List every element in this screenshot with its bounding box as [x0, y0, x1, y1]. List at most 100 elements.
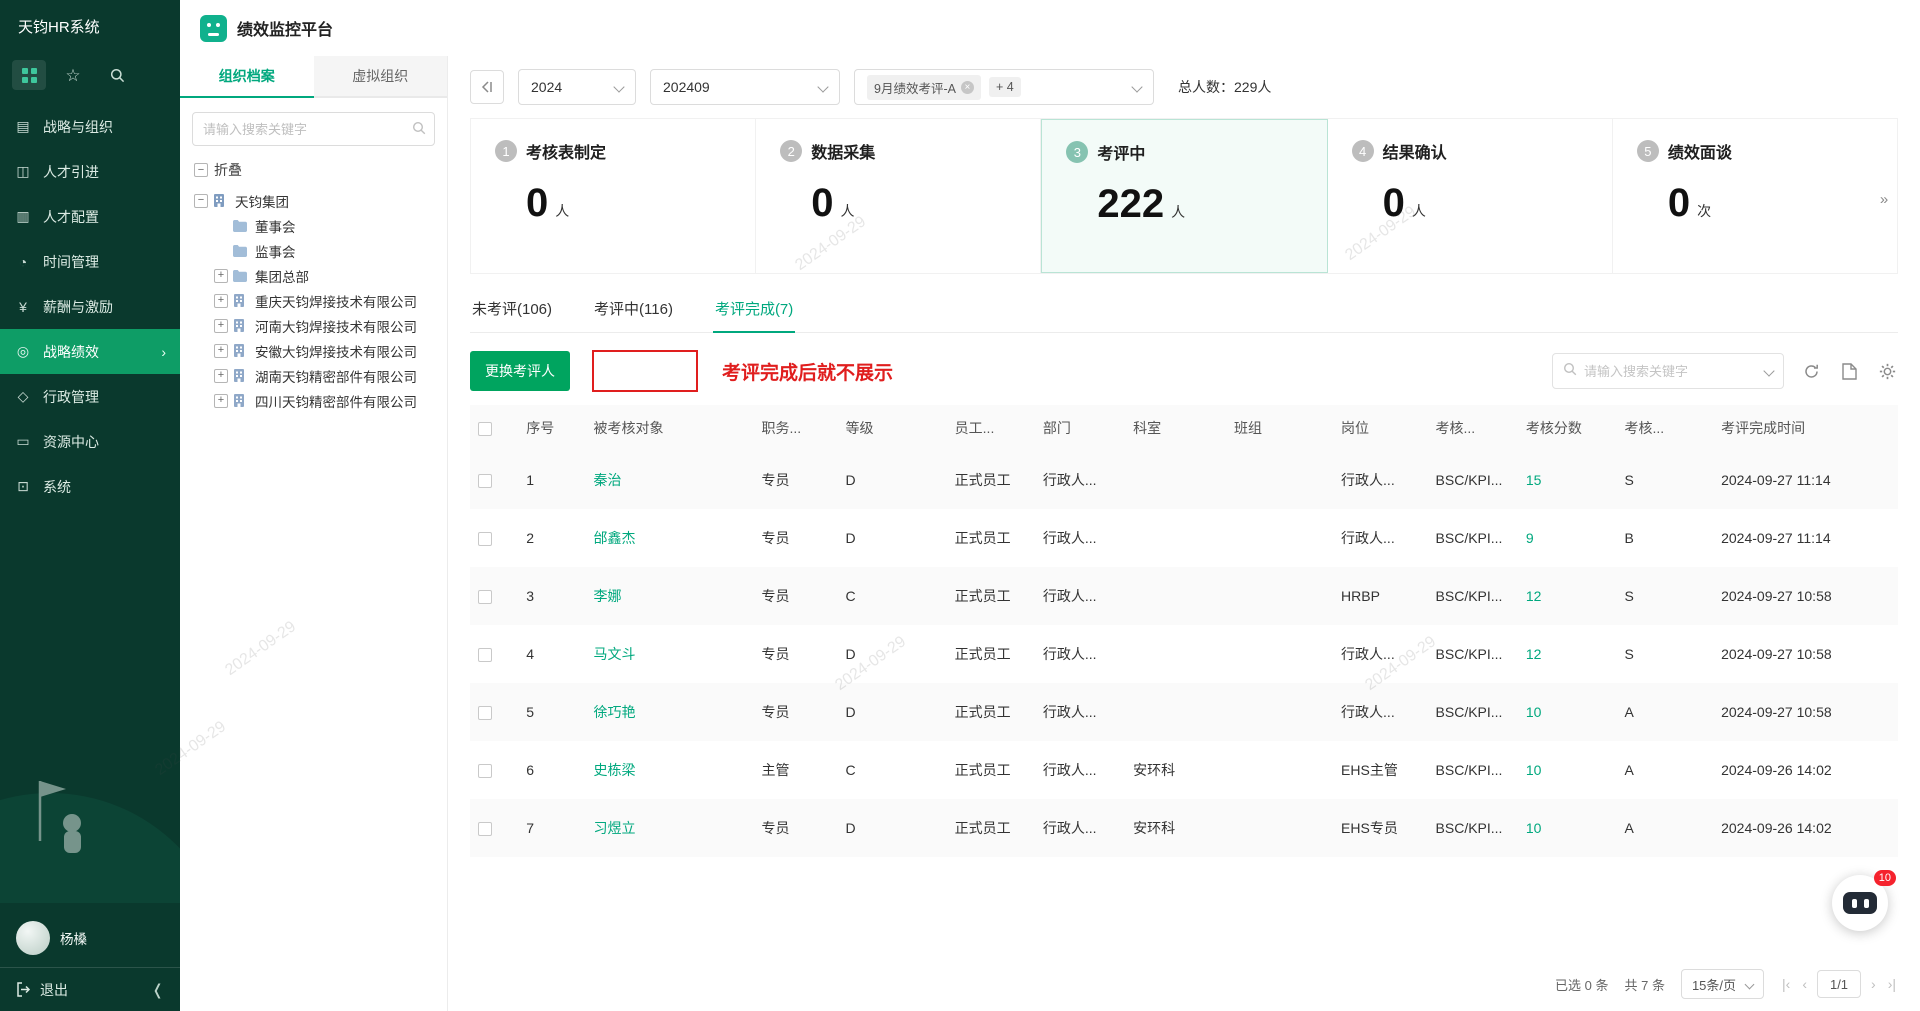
- user-row[interactable]: 杨槡: [0, 911, 180, 967]
- employee-name-link[interactable]: 邰鑫杰: [585, 509, 753, 567]
- year-select[interactable]: 2024: [518, 69, 636, 105]
- settings-gear-icon[interactable]: [1876, 360, 1898, 382]
- table-row[interactable]: 4 马文斗 专员 D 正式员工 行政人... 行政人... BSC/KP: [470, 625, 1898, 683]
- score-link[interactable]: 12: [1518, 625, 1617, 683]
- tree-item[interactable]: + 集团总部: [194, 263, 441, 288]
- table-search-input[interactable]: [1584, 364, 1744, 379]
- tree-expander[interactable]: [214, 219, 228, 233]
- sidebar-menu-item[interactable]: ▤ 战略与组织 ›: [0, 104, 180, 149]
- cell-section: [1125, 567, 1226, 625]
- apps-grid-icon[interactable]: [12, 60, 46, 90]
- sidebar-menu-item[interactable]: ◫ 人才引进 ›: [0, 149, 180, 194]
- tree-expander[interactable]: +: [214, 294, 228, 308]
- sidebar-menu-item[interactable]: ◎ 战略绩效 ›: [0, 329, 180, 374]
- tag-close-icon[interactable]: ×: [961, 81, 974, 94]
- row-checkbox[interactable]: [478, 590, 492, 604]
- score-link[interactable]: 10: [1518, 799, 1617, 857]
- org-search: [192, 112, 435, 146]
- tree-expander[interactable]: [214, 244, 228, 258]
- cell-team: [1226, 509, 1333, 567]
- collapse-panel-button[interactable]: [470, 70, 504, 104]
- tree-expander[interactable]: +: [214, 269, 228, 283]
- employee-name-link[interactable]: 习煜立: [585, 799, 753, 857]
- logout-button[interactable]: 退出 ❬: [0, 967, 180, 1011]
- last-page-button[interactable]: ›|: [1886, 976, 1898, 992]
- plan-tag-label: 9月绩效考评-A: [874, 78, 956, 97]
- table-row[interactable]: 3 李娜 专员 C 正式员工 行政人... HRBP BSC/KPI..: [470, 567, 1898, 625]
- stage-card[interactable]: 1 考核表制定 0 人: [471, 119, 756, 273]
- change-reviewer-button[interactable]: 更换考评人: [470, 351, 570, 391]
- status-tab[interactable]: 未考评(106): [470, 290, 554, 333]
- sidebar-menu-item[interactable]: ¥ 薪酬与激励 ›: [0, 284, 180, 329]
- period-select[interactable]: 202409: [650, 69, 840, 105]
- export-icon[interactable]: [1838, 360, 1860, 382]
- org-search-input[interactable]: [192, 112, 435, 146]
- tree-expander[interactable]: +: [214, 394, 228, 408]
- menu-item-label: 薪酬与激励: [43, 297, 113, 317]
- stage-card[interactable]: 4 结果确认 0 人: [1328, 119, 1613, 273]
- sidebar-menu-item[interactable]: ▭ 资源中心 ›: [0, 419, 180, 464]
- tree-item[interactable]: + 安徽大钧焊接技术有限公司: [194, 338, 441, 363]
- assistant-widget[interactable]: 10: [1832, 875, 1894, 935]
- status-tab[interactable]: 考评完成(7): [713, 290, 795, 333]
- row-checkbox[interactable]: [478, 532, 492, 546]
- tree-item[interactable]: 董事会: [194, 213, 441, 238]
- tree-expander[interactable]: +: [214, 369, 228, 383]
- sidebar-menu-item[interactable]: ◔ 时间管理 ›: [0, 239, 180, 284]
- tree-expander[interactable]: +: [214, 344, 228, 358]
- score-link[interactable]: 15: [1518, 451, 1617, 509]
- select-all-checkbox[interactable]: [478, 422, 492, 436]
- stage-label: 考核表制定: [526, 139, 606, 163]
- stage-card[interactable]: 2 数据采集 0 人: [756, 119, 1041, 273]
- score-link[interactable]: 10: [1518, 683, 1617, 741]
- table-row[interactable]: 6 史栋梁 主管 C 正式员工 行政人... 安环科 EHS主管 BSC/: [470, 741, 1898, 799]
- refresh-icon[interactable]: [1800, 360, 1822, 382]
- tree-expander[interactable]: −: [194, 194, 208, 208]
- row-checkbox[interactable]: [478, 822, 492, 836]
- score-link[interactable]: 12: [1518, 567, 1617, 625]
- avatar[interactable]: [16, 921, 50, 955]
- stage-card[interactable]: 3 考评中 222 人: [1041, 119, 1327, 273]
- tree-item[interactable]: + 湖南天钧精密部件有限公司: [194, 363, 441, 388]
- tree-item[interactable]: + 重庆天钧焊接技术有限公司: [194, 288, 441, 313]
- row-checkbox[interactable]: [478, 706, 492, 720]
- sidebar-menu-item[interactable]: ◇ 行政管理 ›: [0, 374, 180, 419]
- sidebar-menu-item[interactable]: ▥ 人才配置 ›: [0, 194, 180, 239]
- employee-name-link[interactable]: 秦治: [585, 451, 753, 509]
- table-row[interactable]: 1 秦治 专员 D 正式员工 行政人... 行政人... BSC/KPI: [470, 451, 1898, 509]
- collapse-sidebar-icon[interactable]: ❬: [151, 981, 164, 999]
- favorite-star-icon[interactable]: ☆: [56, 60, 90, 90]
- employee-name-link[interactable]: 史栋梁: [585, 741, 753, 799]
- next-page-button[interactable]: ›: [1869, 976, 1878, 992]
- status-tab[interactable]: 考评中(116): [592, 290, 675, 333]
- prev-page-button[interactable]: ‹: [1800, 976, 1809, 992]
- row-checkbox[interactable]: [478, 764, 492, 778]
- first-page-button[interactable]: |‹: [1780, 976, 1792, 992]
- score-link[interactable]: 9: [1518, 509, 1617, 567]
- sidebar-menu-item[interactable]: ⊡ 系统 ›: [0, 464, 180, 509]
- employee-name-link[interactable]: 徐巧艳: [585, 683, 753, 741]
- row-checkbox[interactable]: [478, 648, 492, 662]
- stage-card[interactable]: 5 绩效面谈 0 次: [1613, 119, 1897, 273]
- score-link[interactable]: 10: [1518, 741, 1617, 799]
- employee-name-link[interactable]: 李娜: [585, 567, 753, 625]
- row-checkbox[interactable]: [478, 474, 492, 488]
- org-tab[interactable]: 组织档案: [180, 56, 314, 98]
- tree-item[interactable]: + 四川天钧精密部件有限公司: [194, 388, 441, 413]
- table-search[interactable]: [1552, 353, 1784, 389]
- sidebar-search-icon[interactable]: [100, 60, 134, 90]
- tree-expander[interactable]: +: [214, 319, 228, 333]
- table-row[interactable]: 5 徐巧艳 专员 D 正式员工 行政人... 行政人... BSC/KP: [470, 683, 1898, 741]
- tree-collapse-all[interactable]: − 折叠: [180, 154, 447, 186]
- column-header: 考核...: [1617, 405, 1714, 451]
- table-row[interactable]: 7 习煜立 专员 D 正式员工 行政人... 安环科 EHS专员 BSC/: [470, 799, 1898, 857]
- page-size-select[interactable]: 15条/页: [1681, 969, 1764, 999]
- table-row[interactable]: 2 邰鑫杰 专员 D 正式员工 行政人... 行政人... BSC/KP: [470, 509, 1898, 567]
- tree-item[interactable]: − 天钧集团: [194, 188, 441, 213]
- stages-expand-icon[interactable]: »: [1868, 191, 1898, 208]
- tree-item[interactable]: + 河南大钧焊接技术有限公司: [194, 313, 441, 338]
- employee-name-link[interactable]: 马文斗: [585, 625, 753, 683]
- plan-multiselect[interactable]: 9月绩效考评-A × + 4: [854, 69, 1154, 105]
- tree-item[interactable]: 监事会: [194, 238, 441, 263]
- org-tab[interactable]: 虚拟组织: [314, 56, 448, 98]
